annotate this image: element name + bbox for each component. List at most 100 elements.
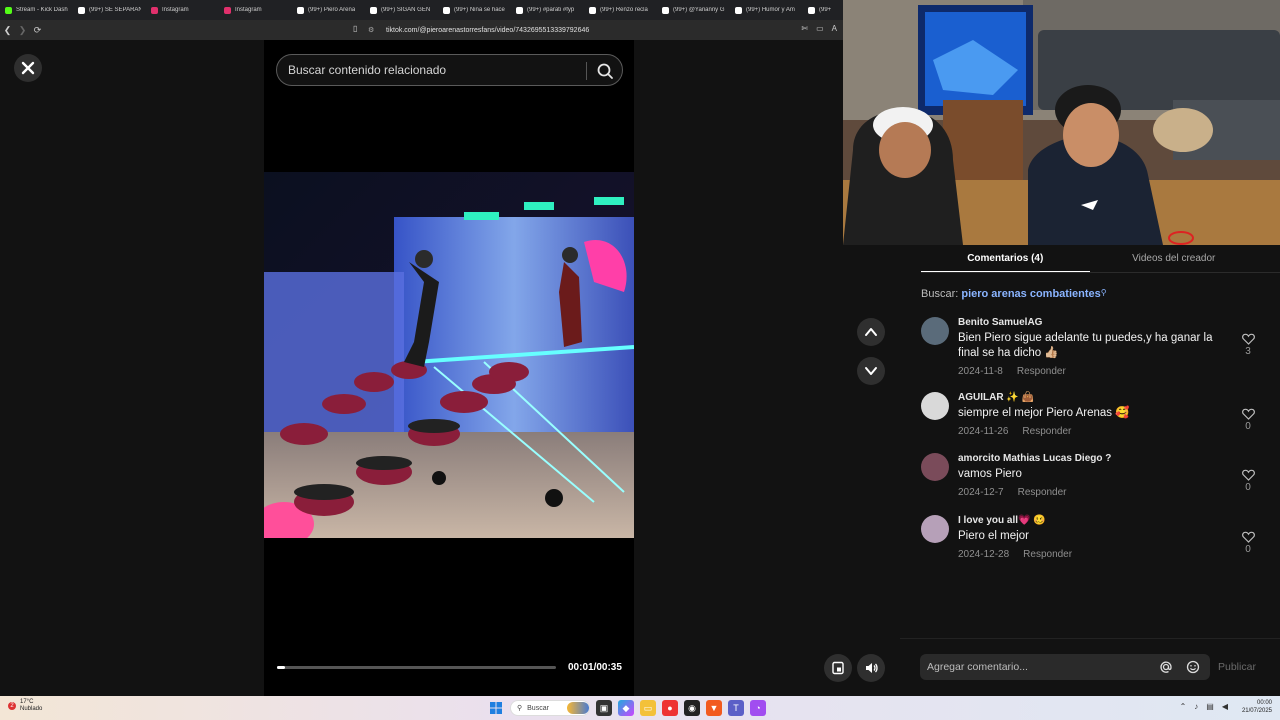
volume-button[interactable] — [857, 654, 885, 682]
tiktok-icon — [662, 6, 669, 14]
browser-tab-label: (99+) Renzo recla — [600, 7, 648, 13]
browser-tab[interactable]: (99+) Renzo recla — [584, 0, 657, 20]
microphone-icon[interactable]: ♪ — [1194, 702, 1198, 711]
search-suggestion-link[interactable]: piero arenas combatientes — [961, 288, 1100, 300]
video-progress-bar[interactable] — [277, 666, 556, 669]
next-video-button[interactable] — [857, 357, 885, 385]
comment-username[interactable]: Benito SamuelAG — [958, 317, 1218, 328]
browser-tab-label: (99+) SE SEPARAN — [89, 7, 141, 13]
file-explorer-icon[interactable]: ▭ — [640, 700, 656, 716]
reply-button[interactable]: Responder — [1022, 426, 1071, 437]
previous-video-button[interactable] — [857, 318, 885, 346]
browser-tab[interactable]: Instagram — [219, 0, 292, 20]
publish-button[interactable]: Publicar — [1218, 661, 1256, 673]
tiktok-icon — [735, 6, 742, 14]
browser-tab[interactable]: Instagram — [146, 0, 219, 20]
search-input[interactable] — [288, 63, 578, 77]
video-time: 00:01/00:35 — [568, 662, 622, 673]
avatar[interactable] — [921, 515, 949, 543]
webcam-scene — [843, 0, 1280, 245]
like-button[interactable]: 0 — [1241, 408, 1255, 432]
video-scene — [264, 172, 634, 538]
browser-tab[interactable]: (99+) Niña se hace — [438, 0, 511, 20]
avatar[interactable] — [921, 317, 949, 345]
address-bar[interactable]: ⚙ tiktok.com/@pieroarenastorresfans/vide… — [368, 23, 828, 37]
reply-button[interactable]: Responder — [1023, 549, 1072, 560]
avatar[interactable] — [921, 453, 949, 481]
browser-tab[interactable]: (99+) #parati #fyp — [511, 0, 584, 20]
reader-icon[interactable]: ✄ — [801, 24, 808, 33]
tabs-divider — [921, 272, 1280, 273]
avatar[interactable] — [921, 392, 949, 420]
back-icon[interactable]: ❮ — [0, 20, 15, 40]
window-icon[interactable]: ▭ — [816, 24, 824, 33]
floating-player-button[interactable] — [824, 654, 852, 682]
tab-comments[interactable]: Comentarios (4) — [921, 245, 1090, 273]
weather-desc: Nublado — [20, 706, 43, 712]
tiktok-icon — [516, 6, 523, 14]
search-divider — [586, 62, 587, 80]
browser-tab[interactable]: Stream - Kick Dash — [0, 0, 73, 20]
weather-widget[interactable]: 2 17°C Nublado — [8, 699, 42, 713]
comment-box — [920, 654, 1210, 680]
system-clock[interactable]: 00:00 21/07/2025 — [1242, 699, 1272, 715]
like-count: 0 — [1245, 421, 1251, 432]
tiktok-icon — [370, 6, 377, 14]
browser-tab[interactable]: (99+) Piero Arena — [292, 0, 365, 20]
network-icon[interactable]: ▤ — [1206, 702, 1214, 711]
chevron-up-icon[interactable]: ⌃ — [1180, 702, 1187, 711]
emoji-icon[interactable] — [1186, 660, 1200, 674]
brave-browser-icon[interactable]: ▼ — [706, 700, 722, 716]
like-button[interactable]: 3 — [1241, 333, 1255, 357]
comment-username[interactable]: AGUILAR ✨ 👜 — [958, 392, 1218, 403]
notification-badge: 2 — [8, 702, 16, 710]
panel-tabs: Comentarios (4) Videos del creador — [921, 245, 1258, 273]
browser-tab[interactable]: (99+) @Yarianny G — [657, 0, 730, 20]
browser-tab[interactable]: (99+) SIGAN GEN — [365, 0, 438, 20]
tab-creator-videos[interactable]: Videos del creador — [1090, 245, 1259, 273]
browser-tab[interactable]: (99+) Humor y Am — [730, 0, 803, 20]
forward-icon[interactable]: ❯ — [15, 20, 30, 40]
browser-tab-label: Instagram — [235, 7, 262, 13]
reload-icon[interactable]: ⟳ — [30, 20, 45, 40]
copilot-icon[interactable]: ◆ — [618, 700, 634, 716]
task-view-icon[interactable]: ▣ — [596, 700, 612, 716]
related-search-suggestion: Buscar: piero arenas combatientes⚲ — [921, 288, 1107, 300]
teams-icon[interactable]: T — [728, 700, 744, 716]
reply-button[interactable]: Responder — [1017, 366, 1066, 377]
heart-icon — [1241, 333, 1255, 345]
taskbar-search[interactable]: ⚲ Buscar — [510, 700, 590, 716]
comment-username[interactable]: I love you all💗 🥴 — [958, 515, 1218, 526]
search-icon[interactable] — [596, 62, 614, 80]
comment-username[interactable]: amorcito Mathias Lucas Diego ? — [958, 453, 1218, 464]
like-button[interactable]: 0 — [1241, 469, 1255, 493]
comment-text: siempre el mejor Piero Arenas 🥰 — [958, 407, 1130, 419]
comment-text: vamos Piero — [958, 468, 1022, 480]
site-info-icon[interactable]: ⚙ — [368, 26, 376, 34]
obs-icon[interactable]: ◉ — [684, 700, 700, 716]
clock-date: 21/07/2025 — [1241, 708, 1272, 714]
windows-start-icon[interactable] — [488, 700, 504, 716]
weather-temp: 17°C — [20, 699, 34, 705]
taskbar-apps: ⚲ Buscar ▣ ◆ ▭ ● ◉ ▼ T ◔ — [488, 700, 766, 716]
comment-input[interactable] — [927, 661, 1152, 673]
instagram-icon — [224, 6, 231, 14]
close-button[interactable] — [14, 54, 42, 82]
bookmark-icon[interactable]: ▯ — [353, 24, 357, 33]
browser-tab-label: (99+) Humor y Am — [746, 7, 795, 13]
tiktok-icon — [589, 6, 596, 14]
messenger-icon[interactable]: ◔ — [750, 700, 766, 716]
translate-icon[interactable]: A — [832, 24, 837, 33]
comments-panel: Comentarios (4) Videos del creador Busca… — [900, 245, 1280, 696]
like-count: 0 — [1245, 482, 1251, 493]
app-red-icon[interactable]: ● — [662, 700, 678, 716]
browser-tab[interactable]: (99+) SE SEPARAN — [73, 0, 146, 20]
browser-tab-strip: Stream - Kick Dash (99+) SE SEPARAN Instag… — [0, 0, 843, 20]
mention-icon[interactable] — [1159, 660, 1173, 674]
browser-tab[interactable]: (99+ — [803, 0, 843, 20]
video-frame[interactable] — [264, 172, 634, 538]
comment-body: AGUILAR ✨ 👜 siempre el mejor Piero Arenas… — [958, 392, 1218, 437]
speaker-icon[interactable]: ◀ — [1222, 702, 1228, 711]
like-button[interactable]: 0 — [1241, 531, 1255, 555]
reply-button[interactable]: Responder — [1018, 487, 1067, 498]
